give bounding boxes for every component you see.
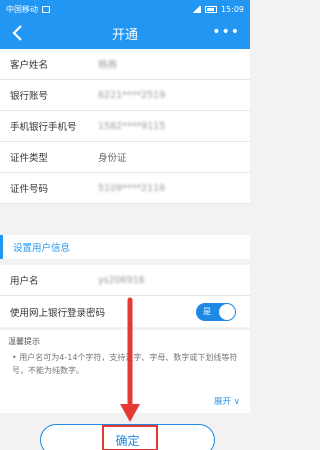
- toggle-knob: [219, 303, 235, 320]
- field-row-id-type: 证件类型 身份证: [0, 142, 250, 173]
- field-value: 5109****2116: [98, 182, 166, 194]
- expand-link[interactable]: 展开 ∨: [214, 395, 240, 407]
- username-input[interactable]: ys206916: [98, 275, 145, 286]
- username-row[interactable]: 用户名 ys206916: [0, 265, 250, 296]
- chevron-down-icon: ∨: [233, 397, 240, 407]
- tips-body: • 用户名可为4-14个字符，支持汉字、字母、数字或下划线等符号，不能为纯数字。: [12, 353, 238, 375]
- field-value: 6221****2519: [98, 89, 166, 101]
- clock: 15:09: [220, 4, 244, 14]
- account-info-list: 客户姓名 杨燕 银行账号 6221****2519 手机银行手机号 1582**…: [0, 49, 250, 204]
- annotation-highlight-box: [102, 425, 158, 450]
- status-bar: 中国移动 15:09: [0, 0, 250, 18]
- field-label: 银行账号: [10, 91, 49, 102]
- use-password-row: 使用网上银行登录密码 是: [0, 296, 250, 327]
- battery-icon: [204, 5, 217, 13]
- field-value: 1582****9115: [98, 120, 166, 132]
- field-row-account: 银行账号 6221****2519: [0, 80, 250, 111]
- nav-bar: 开通 •••: [0, 18, 250, 49]
- field-label: 手机银行手机号: [10, 122, 77, 133]
- field-value: 身份证: [98, 153, 127, 164]
- message-icon: [42, 5, 50, 13]
- field-value: 杨燕: [98, 60, 118, 71]
- back-arrow-icon[interactable]: [8, 23, 28, 43]
- field-label: 客户姓名: [10, 60, 49, 71]
- tips-title: 温馨提示: [8, 337, 40, 346]
- tips-panel: 温馨提示 • 用户名可为4-14个字符，支持汉字、字母、数字或下划线等符号，不能…: [0, 330, 250, 413]
- carrier-label: 中国移动: [6, 4, 38, 14]
- use-password-toggle[interactable]: 是: [196, 302, 236, 321]
- page-title: 开通: [111, 28, 138, 43]
- signal-icon: [190, 5, 201, 13]
- user-settings-list: 用户名 ys206916 使用网上银行登录密码 是: [0, 265, 250, 327]
- field-row-name: 客户姓名 杨燕: [0, 49, 250, 80]
- field-label: 证件类型: [10, 153, 49, 164]
- use-password-label: 使用网上银行登录密码: [10, 307, 106, 319]
- field-row-phone: 手机银行手机号 1582****9115: [0, 111, 250, 142]
- more-menu-icon[interactable]: •••: [212, 24, 240, 40]
- section-header: 设置用户信息: [0, 235, 250, 259]
- field-row-id-number: 证件号码 5109****2116: [0, 173, 250, 204]
- field-label: 证件号码: [10, 184, 49, 195]
- expand-label: 展开: [214, 397, 232, 407]
- toggle-label: 是: [203, 307, 211, 316]
- username-label: 用户名: [10, 276, 39, 287]
